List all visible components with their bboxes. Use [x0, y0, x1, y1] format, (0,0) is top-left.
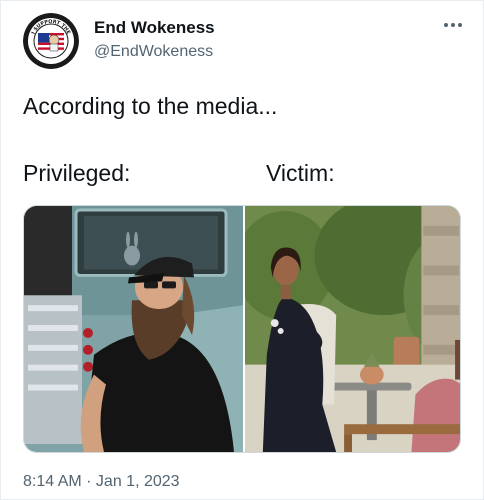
tweet-timestamp[interactable]: 8:14 AM · Jan 1, 2023: [23, 473, 180, 491]
tweet-media[interactable]: [23, 205, 461, 453]
avatar-logo-icon: I SUPPORT THE FORMER THING: [23, 13, 79, 69]
display-name[interactable]: End Wokeness: [94, 18, 215, 38]
tweet-card: I SUPPORT THE FORMER THING End Wokeness …: [0, 0, 484, 500]
photo-seated-woman: [243, 206, 460, 452]
label-privileged: Privileged:: [23, 160, 131, 186]
more-horizontal-icon: [444, 23, 462, 27]
avatar[interactable]: I SUPPORT THE FORMER THING: [23, 13, 79, 69]
label-victim: Victim:: [266, 160, 335, 186]
tweet-text: According to the media...: [23, 93, 278, 119]
more-options-button[interactable]: [439, 15, 467, 35]
user-handle[interactable]: @EndWokeness: [94, 43, 213, 61]
photo-bearded-man: [24, 206, 243, 452]
